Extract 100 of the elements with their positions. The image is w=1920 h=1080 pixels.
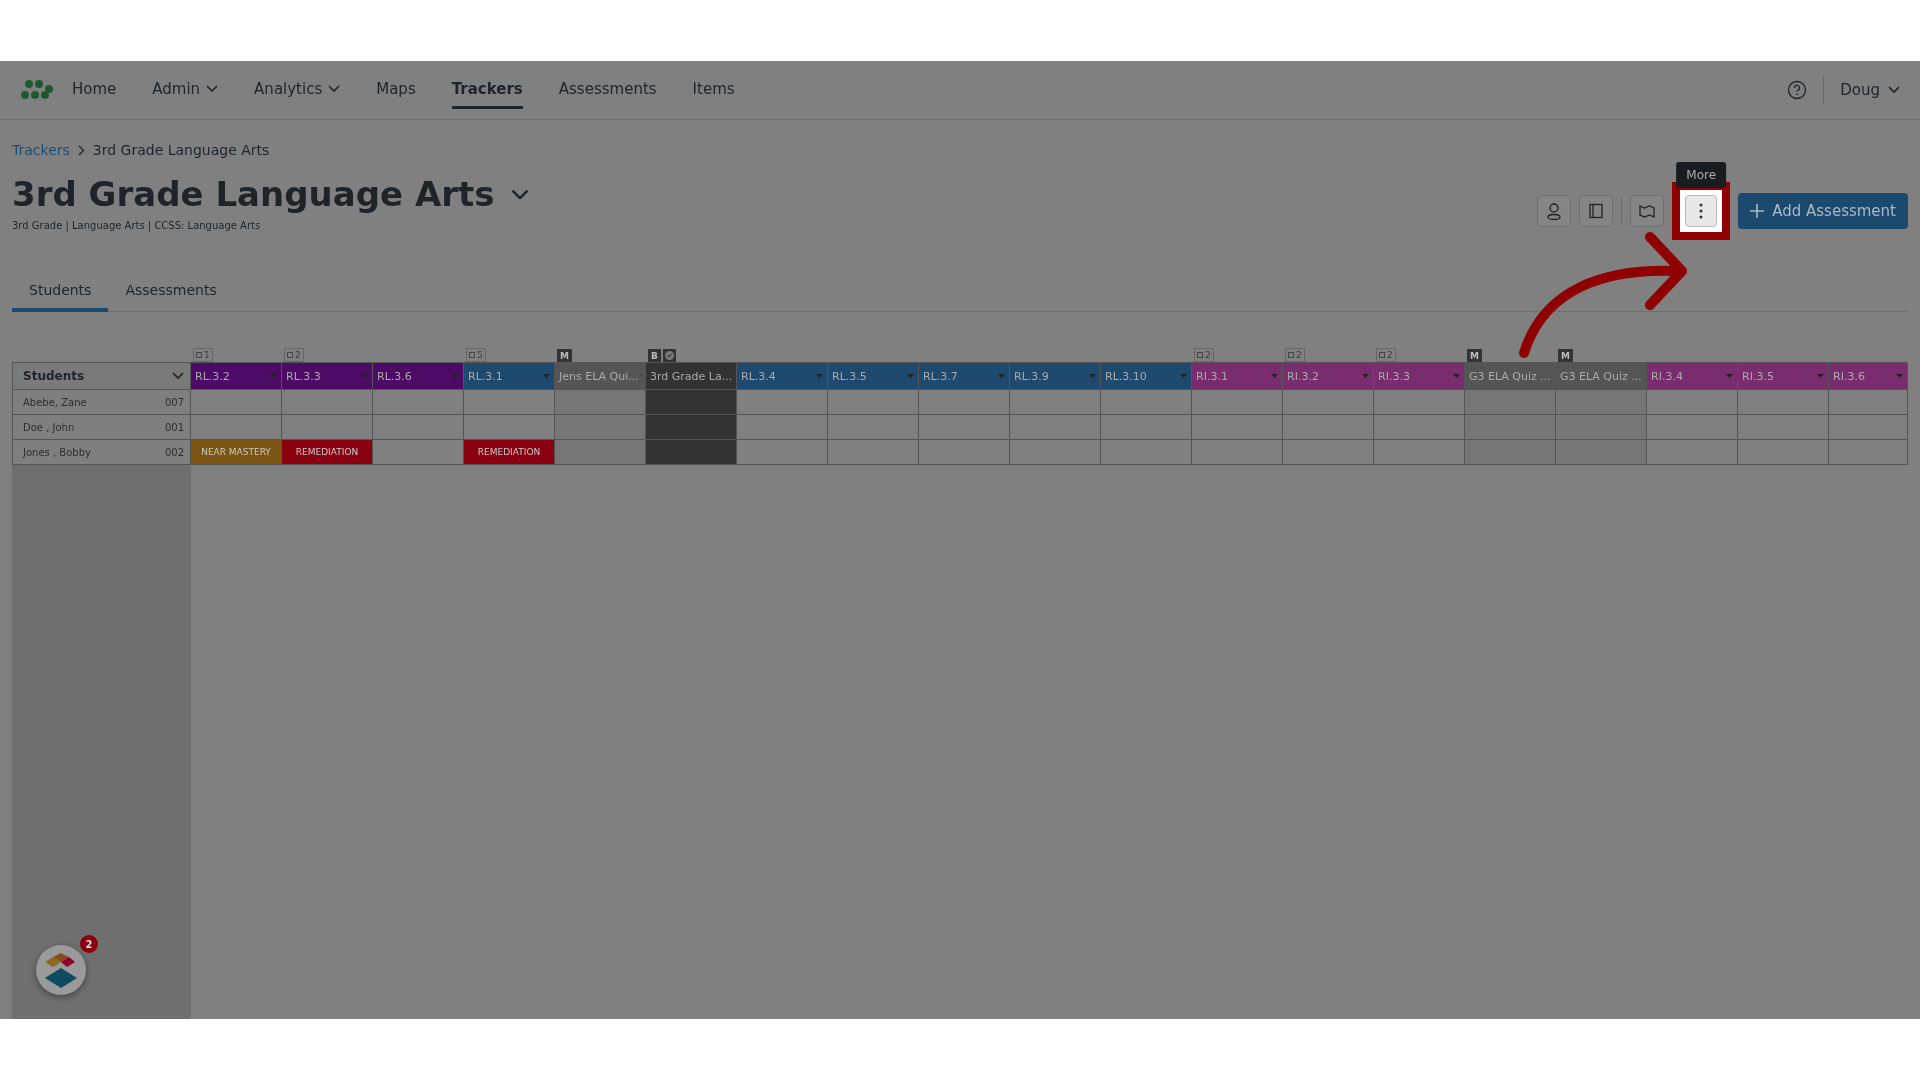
table-cell[interactable]	[1101, 390, 1192, 415]
table-cell[interactable]	[828, 390, 919, 415]
table-cell[interactable]	[1556, 440, 1647, 465]
table-cell[interactable]	[1647, 440, 1738, 465]
nav-item[interactable]: Home	[72, 71, 117, 109]
table-cell[interactable]	[1283, 440, 1374, 465]
mastery-cell[interactable]: REMEDIATION	[464, 440, 554, 464]
student-row[interactable]: Doe , John 001	[12, 415, 191, 440]
table-cell[interactable]	[373, 390, 464, 415]
table-cell[interactable]	[1283, 390, 1374, 415]
user-menu[interactable]: Doug	[1840, 81, 1900, 99]
column-header[interactable]: RL.3.10	[1101, 362, 1192, 390]
column-header[interactable]: RI.3.3	[1374, 362, 1465, 390]
nav-item[interactable]: Assessments	[558, 71, 657, 109]
nav-item[interactable]: Items	[692, 71, 735, 109]
table-cell[interactable]	[737, 415, 828, 440]
column-header[interactable]: RL.3.9	[1010, 362, 1101, 390]
table-cell[interactable]	[919, 440, 1010, 465]
table-cell[interactable]	[919, 415, 1010, 440]
table-cell[interactable]	[646, 440, 737, 465]
table-cell[interactable]	[919, 390, 1010, 415]
more-button[interactable]	[1685, 195, 1718, 227]
column-header[interactable]: RI.3.1	[1192, 362, 1283, 390]
column-header[interactable]: G3 ELA Quiz ...	[1556, 362, 1647, 390]
nav-item[interactable]: Trackers	[451, 71, 523, 109]
column-header[interactable]: Jens ELA Qui...	[555, 362, 646, 390]
table-cell[interactable]	[646, 390, 737, 415]
column-header[interactable]: RL.3.1	[464, 362, 555, 390]
map-button[interactable]	[1630, 195, 1665, 227]
table-cell[interactable]	[1647, 415, 1738, 440]
table-cell[interactable]	[1647, 390, 1738, 415]
table-cell[interactable]	[1465, 415, 1556, 440]
table-cell[interactable]	[1829, 440, 1908, 465]
table-cell[interactable]	[555, 440, 646, 465]
table-cell[interactable]	[646, 415, 737, 440]
mastery-cell[interactable]: REMEDIATION	[282, 440, 372, 464]
caret-icon	[361, 374, 368, 378]
table-cell[interactable]	[1556, 390, 1647, 415]
table-cell[interactable]	[1101, 440, 1192, 465]
column-header[interactable]: RI.3.6	[1829, 362, 1908, 390]
column-header[interactable]: G3 ELA Quiz ...	[1465, 362, 1556, 390]
column-header[interactable]: RI.3.5	[1738, 362, 1829, 390]
table-cell[interactable]	[1101, 415, 1192, 440]
book-button[interactable]	[1579, 195, 1614, 227]
column-header[interactable]: RI.3.4	[1647, 362, 1738, 390]
table-cell[interactable]	[1010, 415, 1101, 440]
table-cell[interactable]	[828, 415, 919, 440]
table-cell[interactable]	[1192, 415, 1283, 440]
table-cell[interactable]	[737, 390, 828, 415]
student-view-button[interactable]	[1537, 195, 1572, 227]
table-cell[interactable]	[282, 390, 373, 415]
table-cell[interactable]	[464, 390, 555, 415]
table-cell[interactable]	[1192, 440, 1283, 465]
table-cell[interactable]	[828, 440, 919, 465]
tab[interactable]: Assessments	[108, 274, 234, 312]
table-cell[interactable]	[1374, 390, 1465, 415]
table-cell[interactable]	[1465, 440, 1556, 465]
student-row[interactable]: Jones , Bobby 002	[12, 440, 191, 465]
table-cell[interactable]	[191, 390, 282, 415]
logo-icon[interactable]	[20, 79, 54, 101]
table-cell[interactable]	[737, 440, 828, 465]
table-cell[interactable]	[1192, 390, 1283, 415]
table-cell[interactable]	[1738, 440, 1829, 465]
nav-item[interactable]: Admin	[152, 71, 219, 109]
column-header[interactable]: RL.3.6	[373, 362, 464, 390]
column-header[interactable]: RL.3.5	[828, 362, 919, 390]
table-cell[interactable]	[1556, 415, 1647, 440]
table-cell[interactable]	[373, 415, 464, 440]
table-cell[interactable]	[1465, 390, 1556, 415]
table-cell[interactable]	[191, 415, 282, 440]
table-cell[interactable]	[1283, 415, 1374, 440]
add-assessment-button[interactable]: Add Assessment	[1738, 193, 1908, 229]
table-cell[interactable]	[555, 390, 646, 415]
column-header[interactable]: 3rd Grade La...	[646, 362, 737, 390]
table-cell[interactable]	[282, 415, 373, 440]
tab[interactable]: Students	[12, 274, 109, 312]
caret-icon	[907, 374, 914, 378]
column-header[interactable]: RL.3.2	[191, 362, 282, 390]
table-cell[interactable]	[464, 415, 555, 440]
column-header[interactable]: RI.3.2	[1283, 362, 1374, 390]
column-header[interactable]: RL.3.3	[282, 362, 373, 390]
nav-item[interactable]: Maps	[376, 71, 416, 109]
table-cell[interactable]	[1374, 440, 1465, 465]
column-header[interactable]: RL.3.4	[737, 362, 828, 390]
mastery-cell[interactable]: NEAR MASTERY	[191, 440, 281, 464]
table-cell[interactable]	[1010, 440, 1101, 465]
table-cell[interactable]	[373, 440, 464, 465]
table-cell[interactable]	[555, 415, 646, 440]
nav-item[interactable]: Analytics	[254, 71, 341, 109]
table-cell[interactable]	[1010, 390, 1101, 415]
students-header[interactable]: Students	[12, 362, 191, 390]
table-cell[interactable]	[1829, 390, 1908, 415]
table-cell[interactable]	[1738, 415, 1829, 440]
column-header[interactable]: RL.3.7	[919, 362, 1010, 390]
table-cell[interactable]	[1374, 415, 1465, 440]
table-cell[interactable]	[1738, 390, 1829, 415]
help-icon[interactable]	[1787, 80, 1808, 100]
table-cell[interactable]	[1829, 415, 1908, 440]
student-row[interactable]: Abebe, Zane 007	[12, 390, 191, 415]
breadcrumb-link[interactable]: Trackers	[12, 142, 70, 158]
